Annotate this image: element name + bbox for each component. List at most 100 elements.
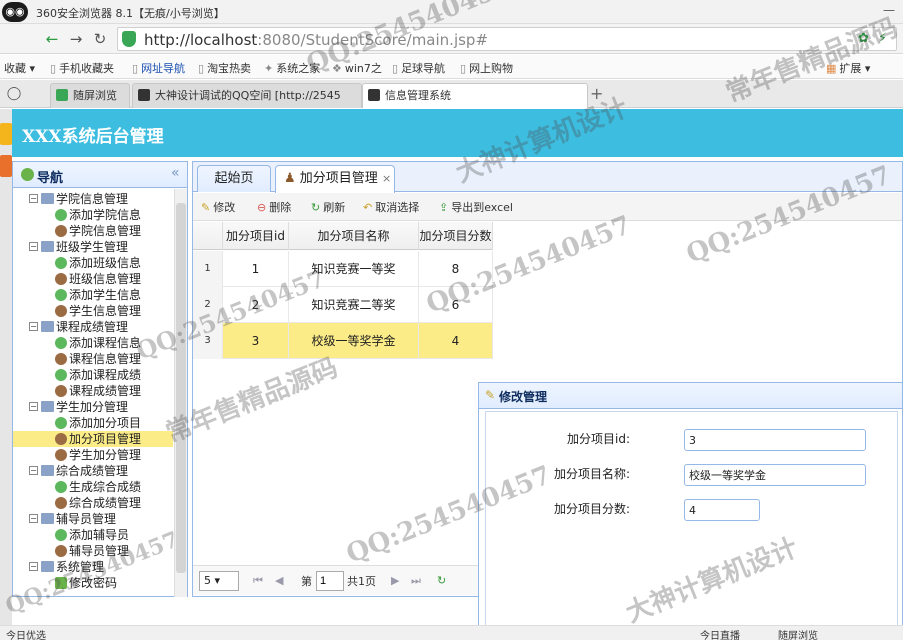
tree-item-label: 添加加分项目 [69, 416, 142, 430]
add-icon [55, 209, 67, 221]
bolt-icon[interactable]: ⚡ [878, 31, 887, 46]
folder-icon [41, 561, 54, 572]
extensions-button[interactable]: ▦ 扩展 ▾ [826, 60, 870, 76]
edit-button[interactable]: ✎ 修改 [201, 199, 235, 215]
tree-group[interactable]: − 班级学生管理 [13, 239, 173, 255]
tree-item[interactable]: 添加班级信息 [13, 255, 173, 271]
address-url: http://localhost:8080/StudentScore/main.… [144, 31, 489, 49]
tree-item[interactable]: 添加课程信息 [13, 335, 173, 351]
tree-item[interactable]: 课程成绩管理 [13, 383, 173, 399]
page-total: 共1页 [347, 575, 376, 588]
forward-icon[interactable]: → [66, 29, 86, 49]
tree-item[interactable]: 生成综合成绩 [13, 479, 173, 495]
delete-button[interactable]: ⊖ 删除 [257, 199, 291, 215]
row-number-header [193, 222, 223, 250]
expand-icon[interactable]: − [29, 466, 38, 475]
tree-item-label: 生成综合成绩 [69, 480, 142, 494]
tree-item[interactable]: 班级信息管理 [13, 271, 173, 287]
tree-item[interactable]: 加分项目管理 [13, 431, 173, 447]
side-app-icon[interactable] [0, 123, 12, 145]
tree-item[interactable]: 添加学生信息 [13, 287, 173, 303]
tree-item[interactable]: 辅导员管理 [13, 543, 173, 559]
cell-name: 校级一等奖学金 [289, 323, 419, 359]
edit-dialog-title: 修改管理 [499, 390, 548, 404]
bookmark-win7[interactable]: ❖ win7之 [332, 60, 382, 76]
new-tab-icon[interactable]: + [590, 84, 603, 103]
scrollbar-thumb[interactable] [176, 203, 186, 573]
expand-icon[interactable]: − [29, 242, 38, 251]
tree-item[interactable]: 添加加分项目 [13, 415, 173, 431]
column-header[interactable]: 加分项目分数 [419, 222, 493, 250]
tree-group[interactable]: − 课程成绩管理 [13, 319, 173, 335]
tree-item-label: 修改密码 [69, 576, 118, 590]
table-row-selected[interactable]: 3 3 校级一等奖学金 4 [193, 323, 493, 359]
tree-item[interactable]: 添加辅导员 [13, 527, 173, 543]
speed-icon[interactable]: ✿ [858, 31, 869, 46]
expand-icon[interactable]: − [29, 322, 38, 331]
tab-close-icon[interactable]: × [382, 172, 391, 185]
tree-item-label: 学院信息管理 [56, 192, 129, 206]
tree-group[interactable]: − 学生加分管理 [13, 399, 173, 415]
browser-tab-screen[interactable]: 随屏浏览 [50, 83, 130, 108]
browser-tab-qzone[interactable]: 大神设计调试的QQ空间 [http://2545 [132, 83, 362, 108]
tree-item[interactable]: 学生信息管理 [13, 303, 173, 319]
cell-name: 知识竞赛二等奖 [289, 287, 419, 323]
collapse-icon[interactable]: « [171, 165, 180, 181]
bonus-name-field[interactable] [684, 464, 866, 486]
tree-item[interactable]: 添加课程成绩 [13, 367, 173, 383]
expand-icon[interactable]: − [29, 402, 38, 411]
tree-item-label: 添加班级信息 [69, 256, 142, 270]
refresh-icon[interactable]: ↻ [90, 29, 110, 49]
tree-item[interactable]: 修改密码 [13, 575, 173, 591]
tab-restore-icon[interactable]: ◯ [4, 84, 24, 104]
browser-tab-info-system[interactable]: 信息管理系统 [362, 83, 588, 108]
refresh-button[interactable]: ↻ 刷新 [311, 199, 345, 215]
sidebar-scrollbar[interactable] [174, 189, 187, 597]
tab-home[interactable]: 起始页 [197, 165, 271, 192]
tab-bonus-items[interactable]: ♟ 加分项目管理 × [275, 165, 395, 193]
add-icon [55, 337, 67, 349]
tree-item[interactable]: 综合成绩管理 [13, 495, 173, 511]
expand-icon[interactable]: − [29, 562, 38, 571]
tree-item[interactable]: 学生加分管理 [13, 447, 173, 463]
bookmark-nav[interactable]: ▯ 网址导航 [132, 60, 185, 76]
first-page-icon[interactable]: ⏮ [253, 574, 263, 588]
side-app-icon[interactable] [0, 155, 12, 177]
reload-icon[interactable]: ↻ [437, 574, 446, 587]
expand-icon[interactable]: − [29, 194, 38, 203]
table-row[interactable]: 2 2 知识竞赛二等奖 6 [193, 287, 493, 323]
prev-page-icon[interactable]: ◀ [275, 574, 283, 587]
bookmark-system[interactable]: ✦ 系统之家 [264, 60, 320, 76]
bonus-score-field[interactable] [684, 499, 760, 521]
bookmark-mobile[interactable]: ▯ 手机收藏夹 [50, 60, 114, 76]
tree-item[interactable]: 添加学院信息 [13, 207, 173, 223]
page-size-select[interactable]: 5 ▾ [199, 571, 239, 591]
bookmark-shopping[interactable]: ▯ 网上购物 [460, 60, 513, 76]
tree-item-label: 综合成绩管理 [69, 496, 142, 510]
last-page-icon[interactable]: ⏭ [411, 574, 421, 588]
column-header[interactable]: 加分项目名称 [289, 222, 419, 250]
export-excel-button[interactable]: ⇪ 导出到excel [439, 199, 513, 215]
tree-group[interactable]: − 系统管理 [13, 559, 173, 575]
tree-group[interactable]: − 学院信息管理 [13, 191, 173, 207]
bookmark-taobao[interactable]: ▯ 淘宝热卖 [198, 60, 251, 76]
browser-tab-bar: ◯ 随屏浏览 大神设计调试的QQ空间 [http://2545 信息管理系统 + [0, 80, 903, 108]
bonus-id-field[interactable] [684, 429, 866, 451]
table-row[interactable]: 1 1 知识竞赛一等奖 8 [193, 251, 493, 287]
next-page-icon[interactable]: ▶ [391, 574, 399, 587]
tree-item-label: 课程信息管理 [69, 352, 142, 366]
page-number-input[interactable] [316, 571, 344, 591]
back-icon[interactable]: ← [42, 29, 62, 49]
bookmark-favorites[interactable]: 收藏 ▾ [4, 60, 35, 76]
tree-item[interactable]: 课程信息管理 [13, 351, 173, 367]
tree-item[interactable]: 学院信息管理 [13, 223, 173, 239]
column-header[interactable]: 加分项目id [223, 222, 289, 250]
expand-icon[interactable]: − [29, 514, 38, 523]
address-bar[interactable]: http://localhost:8080/StudentScore/main.… [117, 27, 897, 51]
bookmark-football[interactable]: ▯ 足球导航 [392, 60, 445, 76]
deselect-button[interactable]: ↶ 取消选择 [363, 199, 419, 215]
window-minimize-icon[interactable]: — [883, 3, 895, 17]
tree-group[interactable]: − 综合成绩管理 [13, 463, 173, 479]
row-number: 2 [193, 287, 223, 323]
tree-group[interactable]: − 辅导员管理 [13, 511, 173, 527]
